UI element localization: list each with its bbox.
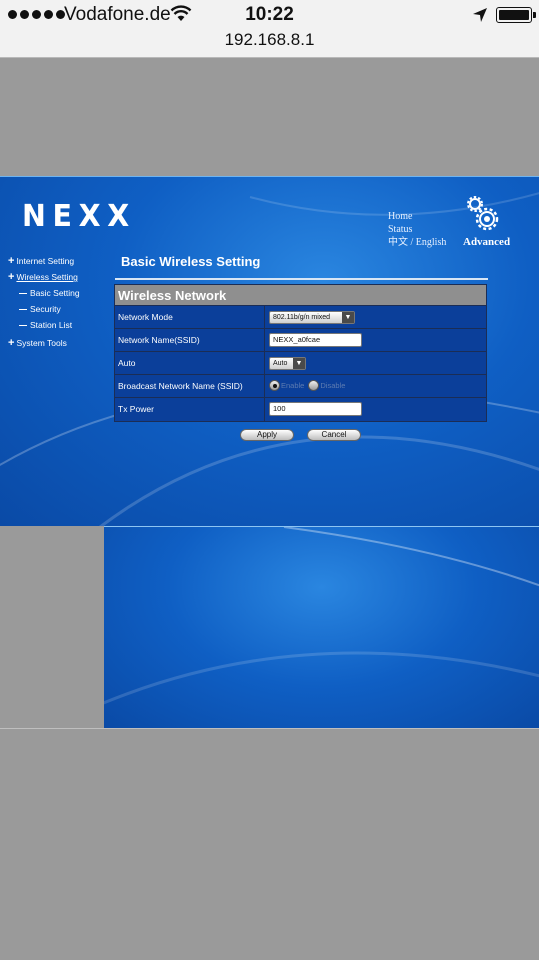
top-links: Home Status 中文 / English (388, 210, 446, 249)
battery-icon (496, 7, 536, 23)
plus-icon: + (8, 337, 15, 349)
broadcast-label: Broadcast Network Name (SSID) (115, 375, 265, 397)
status-time: 10:22 (245, 4, 294, 25)
network-mode-select[interactable]: 802.11b/g/n mixed ▼ (269, 311, 355, 324)
menu-internet-setting[interactable]: + Internet Setting (8, 255, 74, 267)
wireless-network-table: Wireless Network Network Mode 802.11b/g/… (114, 284, 487, 422)
status-bar: Vodafone.de 10:22 (0, 0, 539, 30)
network-mode-label: Network Mode (115, 306, 265, 328)
menu-system-tools[interactable]: + System Tools (8, 337, 67, 349)
page-title: Basic Wireless Setting (121, 254, 261, 269)
dash-icon (19, 325, 27, 327)
menu-station-list[interactable]: Station List (19, 320, 72, 330)
broadcast-radio-group: Enable Disable (269, 380, 349, 391)
broadcast-row: Broadcast Network Name (SSID) Enable Dis… (115, 375, 486, 398)
tx-power-input[interactable]: 100 (269, 402, 362, 416)
auto-select[interactable]: Auto ▼ (269, 357, 306, 370)
broadcast-disable-radio[interactable] (308, 380, 320, 391)
network-mode-row: Network Mode 802.11b/g/n mixed ▼ (115, 306, 486, 329)
dropdown-arrow-icon: ▼ (293, 358, 305, 369)
gears-icon[interactable] (466, 195, 502, 235)
ssid-row: Network Name(SSID) NEXX_a0fcae (115, 329, 486, 352)
language-link[interactable]: 中文 / English (388, 236, 446, 249)
status-link[interactable]: Status (388, 223, 446, 236)
menu-wireless-setting[interactable]: + Wireless Setting (8, 271, 78, 283)
ssid-input[interactable]: NEXX_a0fcae (269, 333, 362, 347)
broadcast-enable-label: Enable (281, 381, 305, 390)
dash-icon (19, 293, 27, 295)
menu-security[interactable]: Security (19, 304, 61, 314)
tx-power-row: Tx Power 100 (115, 398, 486, 421)
page-background-continuation (104, 526, 539, 728)
auto-row: Auto Auto ▼ (115, 352, 486, 375)
plus-icon: + (8, 255, 15, 267)
title-divider (115, 278, 488, 280)
browser-bar: Vodafone.de 10:22 192.168.8.1 (0, 0, 539, 58)
apply-button[interactable]: Apply (240, 429, 294, 441)
ssid-label: Network Name(SSID) (115, 329, 265, 351)
router-admin-page: NEXX Home Status 中文 / English Advanced +… (0, 176, 539, 526)
broadcast-disable-label: Disable (320, 381, 346, 390)
auto-label: Auto (115, 352, 265, 374)
section-title: Wireless Network (115, 285, 486, 306)
dash-icon (19, 309, 27, 311)
menu-basic-setting[interactable]: Basic Setting (19, 288, 80, 298)
address-bar-url[interactable]: 192.168.8.1 (0, 30, 539, 50)
location-arrow-icon (473, 8, 487, 22)
page-bottom-divider (0, 728, 539, 729)
plus-icon: + (8, 271, 15, 283)
home-link[interactable]: Home (388, 210, 446, 223)
background-swoosh (104, 527, 539, 705)
nexx-logo: NEXX (22, 199, 136, 234)
cancel-button[interactable]: Cancel (307, 429, 361, 441)
dropdown-arrow-icon: ▼ (342, 312, 354, 323)
advanced-link[interactable]: Advanced (463, 236, 510, 248)
broadcast-enable-radio[interactable] (269, 380, 280, 391)
tx-power-label: Tx Power (115, 398, 265, 421)
